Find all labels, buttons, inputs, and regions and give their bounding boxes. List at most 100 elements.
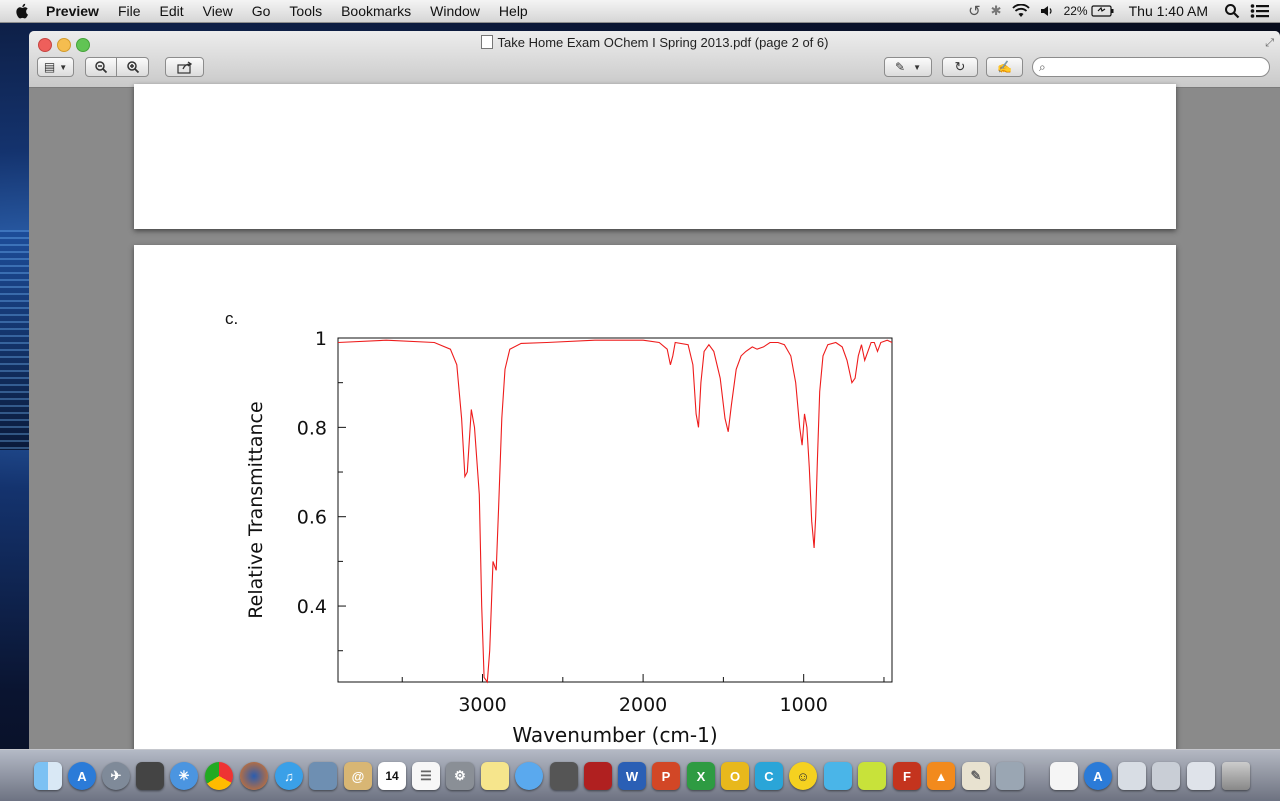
battery-percent[interactable]: 22% (1064, 4, 1088, 18)
word-icon[interactable]: W (618, 762, 646, 790)
rotate-button[interactable]: ↻ (942, 57, 978, 77)
y-tick-label: 0.6 (297, 507, 327, 529)
wallpaper-city-lights (0, 230, 30, 450)
fullscreen-icon[interactable]: ⤢ (1265, 37, 1274, 50)
pdf-page-1 (134, 84, 1176, 229)
spotlight-icon[interactable] (1224, 3, 1240, 19)
dock: A ✈ ✳ ♫ @ 14 ☰ ⚙ W P X O C ☺ F ▲ ✎ A (0, 749, 1280, 801)
flash-icon[interactable]: F (893, 762, 921, 790)
powerpoint-icon[interactable]: P (652, 762, 680, 790)
share-icon (176, 60, 192, 74)
edit-toolbar-button[interactable]: ✍ (986, 57, 1023, 77)
menu-go[interactable]: Go (252, 0, 271, 22)
x-tick-label: 2000 (619, 694, 667, 716)
sidebar-view-icon: ▤ (43, 60, 56, 74)
stacks-icon[interactable] (1152, 762, 1180, 790)
menu-view[interactable]: View (203, 0, 233, 22)
search-input[interactable] (1053, 59, 1267, 77)
itunes-icon[interactable]: ♫ (275, 762, 303, 790)
firefox-icon[interactable] (240, 762, 268, 790)
edit-icon: ✍ (997, 60, 1012, 74)
textedit-icon[interactable]: ✎ (962, 762, 990, 790)
menu-edit[interactable]: Edit (160, 0, 184, 22)
wifi-icon[interactable] (1011, 4, 1030, 18)
word-letter: W (625, 768, 639, 784)
menu-tools[interactable]: Tools (289, 0, 322, 22)
notification-center-icon[interactable] (1250, 3, 1270, 19)
time-machine-icon[interactable]: ↺ (968, 2, 981, 20)
game-icon[interactable] (858, 762, 886, 790)
window-title-bar: Take Home Exam OChem I Spring 2013.pdf (… (29, 35, 1280, 50)
share-button[interactable] (165, 57, 204, 77)
zoom-in-button[interactable] (116, 57, 149, 77)
search-field[interactable]: ⌕ (1032, 57, 1270, 77)
bluetooth-icon[interactable]: ✱ (991, 3, 1002, 19)
reminders-icon[interactable]: ☰ (412, 762, 440, 790)
x-axis-ticks: 3000 2000 1000 (401, 674, 885, 716)
mail-icon[interactable]: @ (344, 762, 372, 790)
ir-spectrum-chart: 3000 2000 1000 1 0.8 0.6 0.4 Wavenumber (cm-1… (245, 328, 893, 747)
pdf-document-icon[interactable] (480, 35, 493, 49)
facetime-icon[interactable] (550, 762, 578, 790)
lync-icon[interactable]: C (755, 762, 783, 790)
trash-icon[interactable] (1222, 762, 1250, 790)
safari-icon[interactable]: ✳ (170, 762, 198, 790)
menu-help[interactable]: Help (499, 0, 528, 22)
y-tick-label: 0.4 (297, 596, 327, 618)
preview-window: Take Home Exam OChem I Spring 2013.pdf (… (29, 31, 1280, 749)
window-title: Take Home Exam OChem I Spring 2013.pdf (… (497, 35, 829, 50)
menu-bookmarks[interactable]: Bookmarks (341, 0, 411, 22)
photo-booth-icon[interactable] (136, 762, 164, 790)
rotate-icon: ↻ (954, 59, 966, 74)
window-toolbar: Take Home Exam OChem I Spring 2013.pdf (… (29, 31, 1280, 88)
calendar-icon[interactable]: 14 (378, 762, 406, 790)
view-mode-button[interactable]: ▤ ▼ (37, 57, 74, 77)
battery-icon[interactable] (1091, 5, 1115, 17)
downloads-icon[interactable] (1118, 762, 1146, 790)
x-tick-label: 3000 (458, 694, 506, 716)
app-store-2-icon[interactable]: A (1084, 762, 1112, 790)
y-tick-label: 0.8 (297, 417, 327, 439)
pencil-icon: ✎ (895, 60, 906, 74)
plot-frame (337, 337, 893, 683)
emoji-icon[interactable]: ☺ (789, 762, 817, 790)
menu-file[interactable]: File (118, 0, 141, 22)
chevron-down-icon: ▼ (59, 62, 68, 72)
document-scroll-area[interactable]: c. 3000 2000 1000 1 0.8 0.6 0.4 Wavenumber (c… (29, 84, 1280, 749)
zoom-out-button[interactable] (85, 57, 117, 77)
outlook-icon[interactable]: O (721, 762, 749, 790)
messages-icon[interactable] (515, 762, 543, 790)
zoom-in-icon (126, 61, 139, 74)
clock[interactable]: Thu 1:40 AM (1129, 3, 1208, 19)
chat-icon[interactable] (824, 762, 852, 790)
launchpad-icon[interactable]: ✈ (102, 762, 130, 790)
menu-bar: Preview File Edit View Go Tools Bookmark… (0, 0, 1280, 23)
stacks-2-icon[interactable] (1187, 762, 1215, 790)
app-store-icon[interactable]: A (68, 762, 96, 790)
volume-icon[interactable] (1040, 5, 1054, 17)
excel-icon[interactable]: X (687, 762, 715, 790)
chrome-icon[interactable] (205, 762, 233, 790)
y-axis-ticks: 1 0.8 0.6 0.4 (297, 328, 346, 652)
pdf-page-2: c. 3000 2000 1000 1 0.8 0.6 0.4 Wavenumber (c… (134, 245, 1176, 749)
x-axis-label: Wavenumber (cm-1) (512, 723, 717, 747)
vlc-icon[interactable]: ▲ (927, 762, 955, 790)
x-tick-label: 1000 (780, 694, 828, 716)
powerpoint-letter: P (661, 768, 671, 784)
excel-letter: X (696, 768, 706, 784)
preview-icon[interactable] (309, 762, 337, 790)
apple-menu-icon[interactable] (14, 2, 32, 20)
menu-app-name[interactable]: Preview (46, 0, 99, 22)
stickies-icon[interactable] (481, 762, 509, 790)
system-preferences-icon[interactable]: ⚙ (446, 762, 474, 790)
search-icon: ⌕ (1039, 60, 1046, 74)
preview-2-icon[interactable] (996, 762, 1024, 790)
menu-window[interactable]: Window (430, 0, 480, 22)
finder-icon[interactable] (34, 762, 62, 790)
outlook-letter: O (729, 768, 741, 784)
photo-icon[interactable] (584, 762, 612, 790)
y-tick-label: 1 (315, 328, 327, 350)
zoom-out-icon (95, 61, 108, 74)
document-icon[interactable] (1050, 762, 1078, 790)
annotate-button[interactable]: ✎ ▼ (884, 57, 932, 77)
